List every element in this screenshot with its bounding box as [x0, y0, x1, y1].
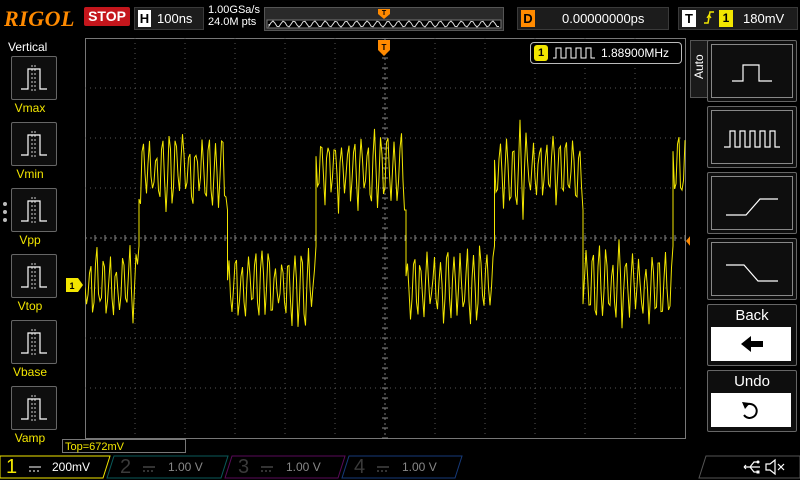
measure-label: Vbase: [12, 365, 48, 379]
horizontal-label: H: [138, 10, 151, 27]
ch1-offset-marker[interactable]: 1: [66, 278, 84, 292]
channel-number: 4: [354, 456, 366, 478]
frequency-icon: [553, 47, 595, 59]
measure-vamp-button[interactable]: [11, 386, 57, 430]
horizontal-delay[interactable]: D 0.00000000ps: [517, 7, 669, 30]
measure-label: Vmax: [14, 101, 46, 115]
measure-label: Vtop: [17, 299, 43, 313]
trigger-label: T: [682, 10, 696, 27]
trigger-source: 1: [719, 10, 733, 27]
frequency-readout: 1 1.88900MHz: [530, 42, 682, 64]
page-indicator-dot: [3, 218, 7, 222]
dc-coupling-icon: [261, 466, 273, 472]
pulse-measure-icon: [21, 329, 47, 355]
horizontal-timebase[interactable]: H 100ns: [134, 7, 204, 30]
measure-vbase-button[interactable]: [11, 320, 57, 364]
falling-edge-button[interactable]: [707, 238, 797, 300]
channel-scale: 1.00 V: [402, 460, 437, 474]
channel-number: 2: [120, 456, 132, 478]
channel-scale: 1.00 V: [168, 460, 203, 474]
pulse-measure-icon: [21, 197, 47, 223]
measure-vtop-button[interactable]: [11, 254, 57, 298]
svg-text:T: T: [382, 43, 387, 52]
measurement-result: Top=672mV: [62, 439, 186, 453]
svg-text:T: T: [382, 10, 387, 17]
measure-vmin-button[interactable]: [11, 122, 57, 166]
measure-vmax-button[interactable]: [11, 56, 57, 100]
dc-coupling-icon: [376, 461, 390, 479]
trigger-settings[interactable]: T 1 180mV: [678, 7, 798, 30]
channel-number: 3: [238, 456, 250, 478]
pulse-train-button[interactable]: [707, 106, 797, 168]
pulse-measure-icon: [21, 131, 47, 157]
brand-logo: RIGOL: [4, 6, 75, 31]
waveform-display[interactable]: [85, 38, 686, 439]
back-arrow-icon: [711, 327, 791, 361]
dc-coupling-icon: [260, 461, 274, 479]
pulse-measure-icon: [21, 395, 47, 421]
frequency-value: 1.88900MHz: [601, 46, 670, 60]
delay-label: D: [521, 10, 535, 27]
dc-coupling-icon: [142, 461, 156, 479]
memory-position-bar[interactable]: T: [264, 7, 504, 31]
dc-coupling-icon: [29, 466, 41, 472]
channel-2-tab[interactable]: 2 1.00 V: [120, 456, 220, 478]
top-status-bar: RIGOL STOP H 100ns 1.00GSa/s 24.0M pts T…: [0, 0, 800, 38]
timebase-value: 100ns: [157, 11, 193, 26]
svg-text:1: 1: [69, 281, 74, 291]
channel-3-tab[interactable]: 3 1.00 V: [238, 456, 338, 478]
rising-edge-icon: [703, 9, 715, 30]
channel-scale: 1.00 V: [286, 460, 321, 474]
dc-coupling-icon: [143, 466, 155, 472]
memory-depth: 24.0M pts: [208, 16, 257, 28]
undo-icon: [711, 393, 791, 427]
sample-rate: 1.00GSa/s: [208, 4, 260, 16]
channel-4-tab[interactable]: 4 1.00 V: [354, 456, 454, 478]
channel-1-tab[interactable]: 1 200mV: [6, 456, 106, 478]
auto-tab-label: Auto: [692, 54, 706, 79]
measure-vpp-button[interactable]: [11, 188, 57, 232]
dc-coupling-icon: [28, 461, 42, 479]
trigger-level: 180mV: [743, 11, 785, 26]
usb-icon: [743, 460, 760, 474]
measure-label: Vamp: [14, 431, 46, 445]
page-indicator-dot: [3, 210, 7, 214]
run-stop-status[interactable]: STOP: [84, 7, 130, 26]
channel-scale: 200mV: [52, 460, 91, 474]
channel-number: 1: [6, 456, 18, 478]
pulse-measure-icon: [21, 263, 47, 289]
freq-channel-badge: 1: [534, 45, 548, 61]
page-indicator-dot: [3, 202, 7, 206]
dc-coupling-icon: [377, 466, 389, 472]
undo-label: Undo: [734, 373, 770, 390]
back-label: Back: [735, 307, 769, 324]
measure-label: Vpp: [19, 233, 41, 247]
rising-edge-button[interactable]: [707, 172, 797, 234]
trigger-time-marker[interactable]: T: [378, 40, 390, 56]
speaker-mute-icon: [765, 458, 785, 476]
auto-tab[interactable]: Auto: [690, 40, 708, 98]
measurement-category: Vertical: [8, 40, 48, 54]
undo-button[interactable]: Undo: [707, 370, 797, 432]
back-button[interactable]: Back: [707, 304, 797, 366]
measure-label: Vmin: [16, 167, 44, 181]
pulse-measure-icon: [21, 65, 47, 91]
delay-value: 0.00000000ps: [562, 11, 645, 26]
positive-pulse-button[interactable]: [707, 40, 797, 102]
acquisition-info: 1.00GSa/s 24.0M pts: [208, 4, 260, 28]
